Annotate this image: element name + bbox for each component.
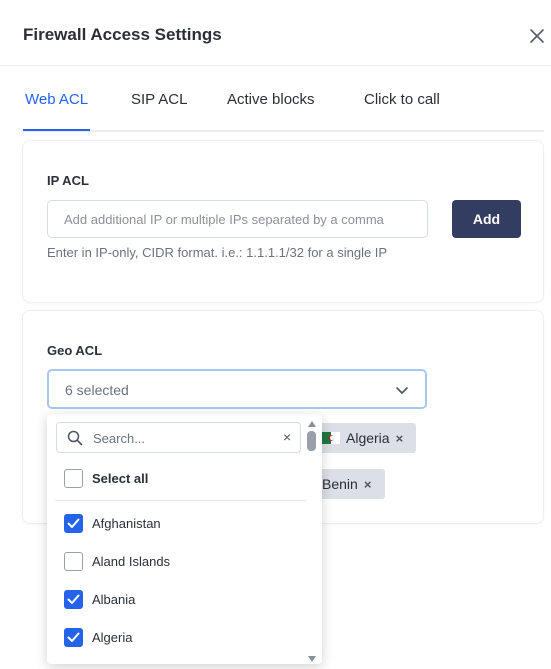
geo-acl-label: Geo ACL [47, 343, 103, 358]
close-button[interactable] [528, 27, 546, 45]
option-label: Aland Islands [92, 554, 171, 569]
option-algeria[interactable]: Algeria [47, 620, 307, 656]
tab-bar: Web ACL SIP ACL Active blocks Click to c… [23, 82, 544, 132]
check-icon [67, 594, 80, 604]
scroll-up-arrow-icon[interactable] [308, 421, 316, 427]
geo-select[interactable]: 6 selected [47, 369, 427, 409]
tab-sip-acl[interactable]: SIP ACL [131, 91, 187, 108]
tab-web-acl[interactable]: Web ACL [25, 91, 88, 108]
tab-click-to-call[interactable]: Click to call [364, 91, 440, 108]
scroll-thumb[interactable] [307, 431, 316, 451]
checkbox[interactable] [64, 628, 83, 647]
option-albania[interactable]: Albania [47, 582, 307, 618]
divider [55, 500, 306, 501]
search-icon [67, 430, 83, 446]
scroll-down-arrow-icon[interactable] [308, 656, 316, 662]
tab-active-blocks[interactable]: Active blocks [227, 91, 315, 108]
active-tab-indicator [23, 129, 90, 131]
checkbox[interactable] [64, 469, 83, 488]
checkbox[interactable] [64, 552, 83, 571]
chip-label: Algeria [346, 430, 390, 446]
select-all-option[interactable]: Select all [47, 461, 307, 497]
close-icon [530, 29, 544, 43]
ip-input[interactable] [47, 200, 428, 238]
geo-dropdown: × Select all Afghanistan Aland Islands A… [47, 414, 322, 664]
ip-help-text: Enter in IP-only, CIDR format. i.e.: 1.1… [47, 245, 388, 260]
option-afghanistan[interactable]: Afghanistan [47, 506, 307, 542]
ip-acl-label: IP ACL [47, 173, 89, 188]
chip-remove-button[interactable]: × [364, 477, 372, 492]
check-icon [67, 632, 80, 642]
algeria-flag-icon [322, 432, 340, 444]
option-aland-islands[interactable]: Aland Islands [47, 544, 307, 580]
dropdown-search-input[interactable] [93, 428, 263, 448]
option-label: Algeria [92, 630, 133, 645]
ip-acl-card: IP ACL Add Enter in IP-only, CIDR format… [22, 140, 544, 303]
select-all-label: Select all [92, 471, 149, 486]
dropdown-search: × [56, 422, 301, 453]
option-label: Afghanistan [92, 516, 161, 531]
check-icon [67, 518, 80, 528]
option-label: Albania [92, 592, 136, 607]
modal-title: Firewall Access Settings [23, 25, 222, 44]
checkbox[interactable] [64, 590, 83, 609]
chip-label: Benin [322, 476, 358, 492]
checkbox[interactable] [64, 514, 83, 533]
clear-search-button[interactable]: × [283, 429, 291, 445]
add-button[interactable]: Add [452, 200, 521, 238]
dropdown-scrollbar[interactable] [305, 418, 319, 664]
chip-remove-button[interactable]: × [396, 431, 404, 446]
geo-select-value: 6 selected [65, 382, 129, 398]
modal-header: Firewall Access Settings [0, 0, 551, 66]
chevron-down-icon [396, 387, 408, 394]
